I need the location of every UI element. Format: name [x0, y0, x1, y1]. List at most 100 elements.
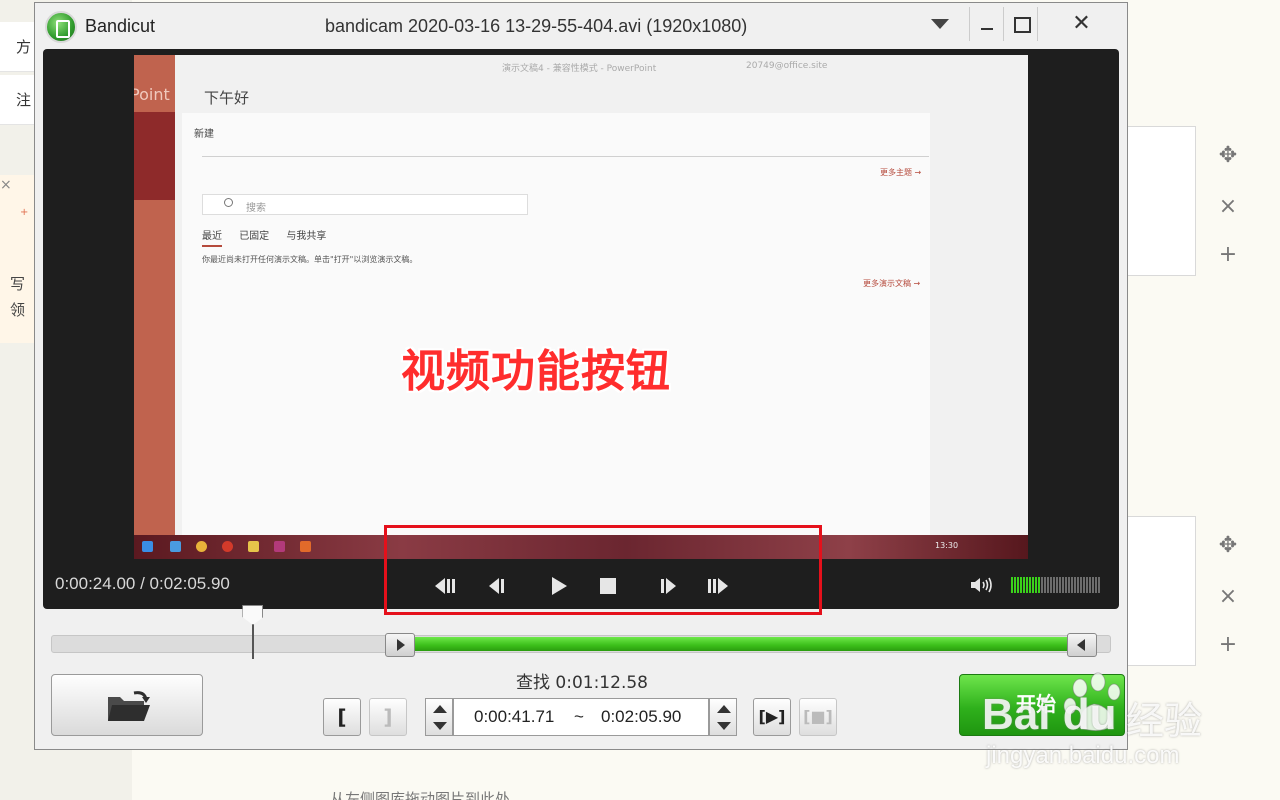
volume-bar: [1023, 577, 1025, 593]
volume-bar: [1083, 577, 1085, 593]
watermark-brand: Bai du: [982, 690, 1117, 739]
volume-bar: [1029, 577, 1031, 593]
video-tab-pinned: 已固定: [239, 231, 270, 242]
volume-bar: [1095, 577, 1097, 593]
volume-bar: [1050, 577, 1052, 593]
range-end-stepper[interactable]: [709, 698, 737, 736]
video-greeting: 下午好: [204, 89, 250, 107]
stop-range-button[interactable]: [■]: [799, 698, 837, 736]
video-divider: [202, 156, 929, 157]
play-range-button[interactable]: [▶]: [753, 698, 791, 736]
taskbar-app-icon: [300, 541, 311, 552]
volume-bar: [1074, 577, 1076, 593]
set-start-button[interactable]: [: [323, 698, 361, 736]
close-button[interactable]: ✕: [1037, 7, 1125, 41]
background-image-box-2[interactable]: [1128, 516, 1196, 666]
range-end-value: 0:02:05.90: [601, 707, 682, 726]
taskbar-app-icon: [170, 541, 181, 552]
delete-icon[interactable]: ×: [1214, 193, 1242, 221]
note-line-2: 领: [10, 301, 26, 319]
file-title: bandicam 2020-03-16 13-29-55-404.avi (19…: [325, 16, 748, 36]
taskbar-record-icon: [222, 541, 233, 552]
speaker-icon[interactable]: [969, 575, 995, 595]
volume-bar: [1041, 577, 1043, 593]
video-section-new: 新建: [194, 129, 214, 140]
volume-bar: [1038, 577, 1040, 593]
volume-bar: [1017, 577, 1019, 593]
volume-bar: [1086, 577, 1088, 593]
video-recent-text: 你最近尚未打开任何演示文稿。单击"打开"以浏览演示文稿。: [202, 255, 418, 264]
seek-label: 查找 0:01:12.58: [516, 673, 648, 693]
volume-bar: [1056, 577, 1058, 593]
volume-bar: [1080, 577, 1082, 593]
open-folder-icon: [108, 691, 150, 721]
volume-bar: [1071, 577, 1073, 593]
volume-bar: [1026, 577, 1028, 593]
background-image-box-1[interactable]: [1128, 126, 1196, 276]
volume-bar: [1092, 577, 1094, 593]
taskbar-app-icon: [274, 541, 285, 552]
video-side-label: Point: [134, 85, 170, 104]
video-content-area: [182, 113, 930, 535]
video-user: 20749@office.site: [746, 61, 828, 71]
volume-bar: [1047, 577, 1049, 593]
taskbar-folder-icon: [248, 541, 259, 552]
range-start-value: 0:00:41.71: [474, 707, 555, 726]
menu-dropdown-icon[interactable]: [925, 7, 955, 41]
title-bar[interactable]: Bandicut bandicam 2020-03-16 13-29-55-40…: [35, 3, 1127, 49]
move-icon[interactable]: ✥: [1214, 142, 1242, 170]
selection-end-handle[interactable]: [1067, 633, 1097, 657]
overlay-caption: 视频功能按钮: [401, 346, 671, 397]
volume-bar: [1062, 577, 1064, 593]
range-start-stepper[interactable]: [425, 698, 453, 736]
volume-bar: [1077, 577, 1079, 593]
selection-start-handle[interactable]: [384, 633, 415, 657]
range-field[interactable]: 0:00:41.71 ~ 0:02:05.90: [453, 698, 709, 736]
volume-bar: [1065, 577, 1067, 593]
time-display: 0:00:24.00 / 0:02:05.90: [55, 574, 230, 593]
volume-bar: [1098, 577, 1100, 593]
background-tab-1[interactable]: 方: [0, 22, 34, 72]
note-line-1: 写: [10, 275, 26, 293]
volume-bar: [1014, 577, 1016, 593]
highlight-annotation: [384, 525, 822, 615]
volume-bar: [1068, 577, 1070, 593]
volume-bar: [1059, 577, 1061, 593]
taskbar-browser-icon: [196, 541, 207, 552]
video-more-files: 更多演示文稿 →: [863, 279, 921, 288]
video-tab-shared: 与我共享: [286, 231, 327, 242]
note-close-icon[interactable]: ×: [0, 177, 12, 193]
playhead-handle[interactable]: [242, 605, 264, 625]
set-end-button[interactable]: ]: [369, 698, 407, 736]
app-name: Bandicut: [85, 16, 156, 36]
volume-bar: [1044, 577, 1046, 593]
watermark-cn: 经验: [1126, 699, 1203, 743]
add-icon[interactable]: +: [1214, 631, 1242, 659]
video-tab-recent: 最近: [202, 231, 222, 247]
volume-bar: [1020, 577, 1022, 593]
volume-bar: [1053, 577, 1055, 593]
delete-icon[interactable]: ×: [1214, 583, 1242, 611]
volume-meter[interactable]: [1011, 577, 1103, 593]
sparkle-icon: +: [20, 207, 29, 218]
background-tab-2[interactable]: 注: [0, 75, 34, 125]
volume-bar: [1032, 577, 1034, 593]
watermark-url: jingyan.baidu.com: [986, 742, 1180, 769]
drag-image-hint: 从左侧图库拖动图片到此处: [330, 790, 511, 800]
bandicut-logo-icon: [45, 11, 77, 43]
volume-bar: [1089, 577, 1091, 593]
move-icon[interactable]: ✥: [1214, 532, 1242, 560]
video-preview[interactable]: Point 演示文稿4 - 兼容性模式 - PowerPoint 20749@o…: [134, 55, 1028, 559]
open-file-button[interactable]: [51, 674, 203, 736]
video-taskbar-time: 13:30: [935, 541, 959, 550]
video-tabs: 最近 已固定 与我共享: [202, 227, 340, 247]
volume-bar: [1035, 577, 1037, 593]
timeline-selection[interactable]: [414, 637, 1081, 651]
add-icon[interactable]: +: [1214, 241, 1242, 269]
video-side-highlight: [134, 112, 175, 200]
minimize-button[interactable]: [969, 7, 1003, 41]
maximize-button[interactable]: [1003, 7, 1037, 41]
taskbar-start-icon: [142, 541, 153, 552]
video-search-placeholder: 搜索: [246, 203, 266, 214]
video-more-themes: 更多主题 →: [880, 168, 922, 177]
